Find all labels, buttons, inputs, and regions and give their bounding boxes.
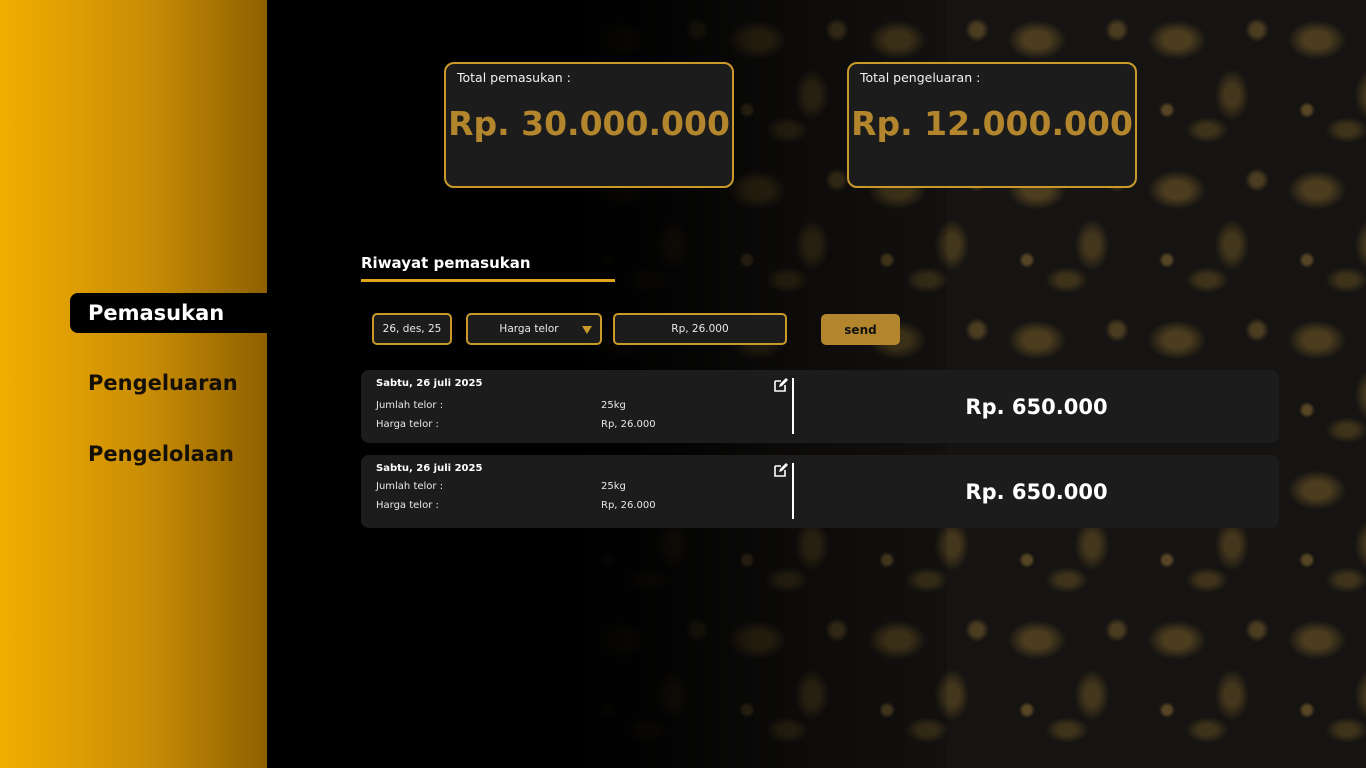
chevron-down-icon: [582, 326, 592, 334]
income-total-value: Rp. 30.000.000: [448, 104, 730, 143]
price-input[interactable]: [613, 313, 787, 345]
date-input[interactable]: [372, 313, 452, 345]
income-total-label: Total pemasukan :: [457, 70, 571, 85]
expense-total-card: Total pengeluaran : Rp. 12.000.000: [847, 62, 1137, 188]
record-qty-label: Jumlah telor :: [376, 481, 444, 492]
income-record: Sabtu, 26 juli 2025 Jumlah telor : 25kg …: [361, 455, 1279, 528]
record-qty-label: Jumlah telor :: [376, 400, 444, 411]
nav-item-pemasukan[interactable]: Pemasukan: [70, 293, 267, 333]
record-price-label: Harga telor :: [376, 500, 439, 511]
nav-item-pengelolaan[interactable]: Pengelolaan: [70, 434, 267, 474]
expense-total-value: Rp. 12.000.000: [851, 104, 1133, 143]
category-select-value: Harga telor: [499, 323, 559, 335]
send-button[interactable]: send: [821, 314, 900, 345]
record-amount: Rp. 650.000: [965, 394, 1108, 419]
category-select[interactable]: Harga telor: [466, 313, 602, 345]
record-price-value: Rp, 26.000: [601, 500, 656, 511]
record-price-value: Rp, 26.000: [601, 419, 656, 430]
record-date: Sabtu, 26 juli 2025: [376, 378, 483, 389]
nav-item-pengeluaran[interactable]: Pengeluaran: [70, 363, 267, 403]
income-record: Sabtu, 26 juli 2025 Jumlah telor : 25kg …: [361, 370, 1279, 443]
section-underline: [361, 279, 615, 282]
sidebar: Pemasukan Pengeluaran Pengelolaan: [0, 0, 267, 768]
income-total-card: Total pemasukan : Rp. 30.000.000: [444, 62, 734, 188]
record-qty-value: 25kg: [601, 481, 626, 492]
record-amount: Rp. 650.000: [965, 479, 1108, 504]
record-price-label: Harga telor :: [376, 419, 439, 430]
section-title: Riwayat pemasukan: [361, 254, 531, 272]
record-qty-value: 25kg: [601, 400, 626, 411]
expense-total-label: Total pengeluaran :: [860, 70, 981, 85]
edit-icon[interactable]: [773, 462, 789, 478]
record-date: Sabtu, 26 juli 2025: [376, 463, 483, 474]
edit-icon[interactable]: [773, 377, 789, 393]
